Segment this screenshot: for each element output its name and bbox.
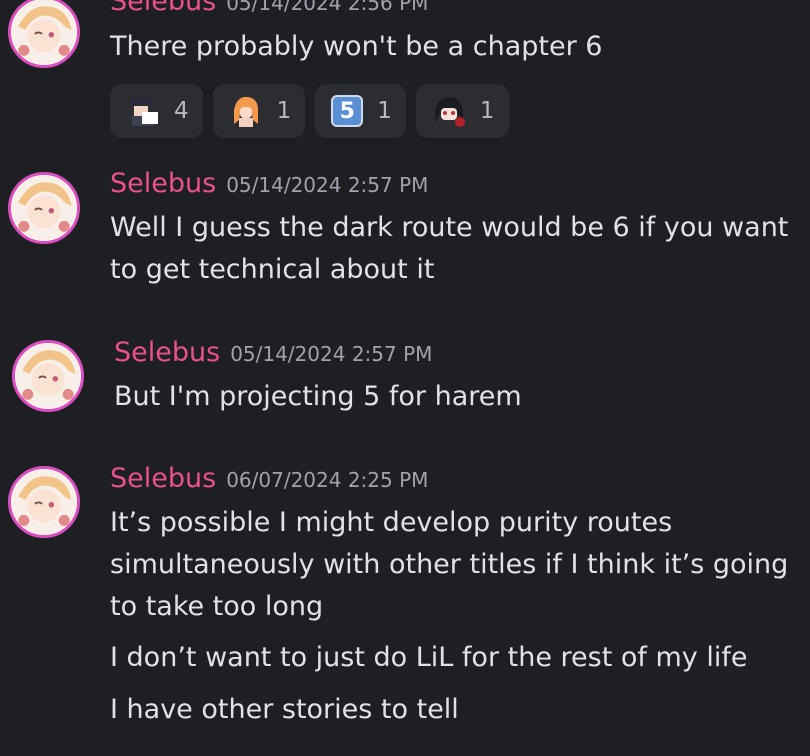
reaction-button[interactable]: 1 — [212, 84, 306, 138]
username[interactable]: Selebus — [110, 168, 216, 199]
username[interactable]: Selebus — [114, 337, 220, 368]
username[interactable]: Selebus — [110, 0, 216, 17]
timestamp: 05/14/2024 2:56 PM — [226, 0, 429, 15]
anime-avatar-icon — [15, 343, 81, 409]
avatar[interactable] — [8, 172, 80, 244]
reaction-count: 4 — [174, 98, 189, 124]
timestamp: 05/14/2024 2:57 PM — [226, 173, 429, 197]
anime-avatar-icon — [11, 469, 77, 535]
message-text: But I'm projecting 5 for harem — [114, 381, 522, 412]
message-text: It’s possible I might develop purity rou… — [110, 507, 673, 538]
reactions-bar: 4 1 5 1 1 — [110, 84, 509, 138]
character-emoji-icon — [233, 96, 258, 127]
message-text: Well I guess the dark route would be 6 i… — [110, 212, 789, 243]
message-text: to get technical about it — [110, 254, 435, 285]
avatar[interactable] — [8, 0, 80, 68]
character-emoji-icon — [434, 97, 465, 127]
reaction-button[interactable]: 4 — [110, 84, 203, 138]
reaction-count: 1 — [377, 98, 392, 124]
message-text: to take too long — [110, 591, 324, 622]
message-text: I have other stories to tell — [110, 694, 459, 725]
message-text: simultaneously with other titles if I th… — [110, 549, 789, 580]
timestamp: 05/14/2024 2:57 PM — [230, 342, 433, 366]
character-emoji-icon — [130, 98, 158, 126]
anime-avatar-icon — [11, 0, 77, 65]
message-text: I don’t want to just do LiL for the rest… — [110, 642, 748, 673]
avatar[interactable] — [8, 466, 80, 538]
reaction-button[interactable]: 5 1 — [315, 84, 406, 138]
keycap-5-icon: 5 — [331, 95, 364, 127]
message-text: There probably won't be a chapter 6 — [110, 31, 603, 62]
anime-avatar-icon — [11, 175, 77, 241]
reaction-count: 1 — [276, 98, 292, 124]
username[interactable]: Selebus — [110, 463, 216, 494]
reaction-count: 1 — [479, 98, 495, 124]
avatar[interactable] — [12, 340, 84, 412]
timestamp: 06/07/2024 2:25 PM — [226, 468, 429, 492]
reaction-button[interactable]: 1 — [415, 84, 509, 138]
